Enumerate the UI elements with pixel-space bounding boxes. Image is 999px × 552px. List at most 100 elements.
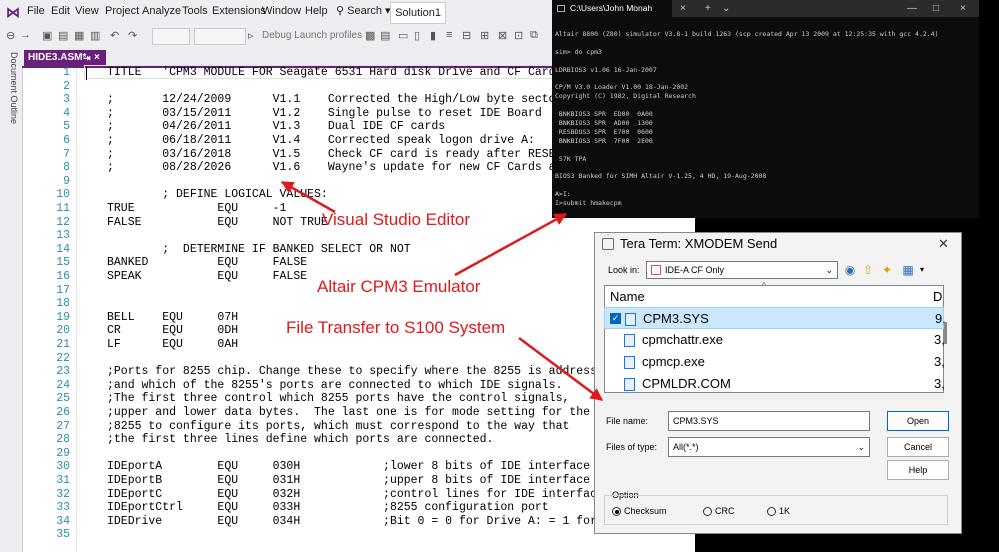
toolbar-tool-icon[interactable]: ⧉ (530, 29, 538, 42)
file-size: 3, (934, 376, 945, 391)
menu-tools[interactable]: Tools (182, 5, 208, 17)
new-folder-icon[interactable]: ✦ (879, 262, 895, 278)
file-row[interactable]: ✓ CPM3.SYS 9, (604, 307, 946, 329)
code-text: ;Ports for 8255 chip. Change these to sp… (107, 365, 618, 379)
toolbar-tool-icon[interactable]: ▯ (414, 29, 420, 42)
undo-icon[interactable]: ↶ (110, 29, 119, 42)
radio-indicator (703, 507, 712, 517)
terminal-line: BIOS3 Banked for SIMH Altair V-1.25, 4 H… (555, 172, 767, 181)
solution-name[interactable]: Solution1 (390, 2, 446, 24)
toolbar-tool-icon[interactable]: ⊡ (514, 29, 523, 42)
toolbar-tool-icon[interactable]: ▮ (430, 29, 436, 42)
tab-label: HIDE3.ASM* (28, 52, 87, 63)
line-number: 8 (63, 161, 70, 175)
toolbar-tool-icon[interactable]: ⊟ (462, 29, 471, 42)
save-all-icon[interactable]: ▥ (90, 29, 100, 42)
column-date-header[interactable]: D (933, 289, 942, 304)
platform-combo[interactable] (194, 28, 246, 45)
dialog-close-icon[interactable]: ✕ (938, 236, 949, 252)
cancel-button[interactable]: Cancel (887, 437, 949, 457)
back-icon[interactable]: ◉ (842, 262, 858, 278)
line-number: 11 (56, 202, 70, 215)
file-icon (624, 378, 635, 391)
annotation-vs-editor: Visual Studio Editor (322, 210, 471, 229)
search-icon: ⚲ (336, 5, 345, 17)
open-folder-icon[interactable]: ▤ (58, 29, 68, 42)
teraterm-icon (602, 238, 614, 250)
code-text: TITLE 'CPM3 MODULE FOR Seagate 6531 Hard… (107, 66, 570, 79)
tab-dropdown-icon[interactable]: ⌄ (722, 0, 730, 17)
line-number: 30 (56, 460, 70, 474)
toolbar-tool-icon[interactable]: ▭ (398, 29, 408, 42)
terminal-line: LDRBIOS3 v1.06 16-Jan-2007 (555, 65, 657, 74)
vertical-scrollbar[interactable] (944, 322, 947, 344)
line-number: 2 (63, 79, 70, 93)
line-number: 14 (56, 242, 70, 256)
code-text: ; 03/15/2011 V1.2 Single pulse to reset … (107, 106, 542, 120)
debug-launch-profiles[interactable]: Debug Launch profiles (262, 30, 362, 41)
code-text: ;8255 to configure its ports, which must… (107, 419, 570, 433)
redo-icon[interactable]: ↷ (128, 29, 137, 42)
toolbar-tool-icon[interactable]: ▩ (365, 29, 375, 42)
files-of-type-select[interactable]: All(*.*) ⌄ (668, 437, 870, 457)
chevron-down-icon[interactable]: ▾ (914, 262, 930, 278)
radio-checksum[interactable]: Checksum (612, 506, 667, 517)
menu-extensions[interactable]: Extensions (212, 5, 266, 17)
terminal-icon (557, 5, 565, 12)
file-row[interactable]: cpmchattr.exe 3, (604, 329, 945, 351)
code-text: IDEportC EQU 032H ;control lines for IDE… (107, 487, 604, 501)
line-number: 16 (56, 270, 70, 283)
terminal-line: CP/M V3.0 Loader V1.00 18-Jan-2002 (555, 83, 689, 92)
vs-search-box[interactable]: ⚲ Search ▾ (336, 3, 391, 20)
line-number: 1 (63, 66, 70, 79)
pin-icon[interactable]: ⇥ (83, 50, 91, 66)
code-text: FALSE EQU NOT TRUE (107, 215, 328, 229)
toolbar-tool-icon[interactable]: ⊠ (498, 29, 507, 42)
window-close-icon[interactable]: × (960, 0, 966, 17)
toolbar-tool-icon[interactable]: ▤ (380, 29, 390, 42)
configuration-combo[interactable] (152, 28, 190, 45)
toolbar-tool-icon[interactable]: ⊞ (480, 29, 489, 42)
file-row[interactable]: CPMLDR.COM 3, (604, 373, 945, 395)
file-name: cpmchattr.exe (642, 332, 723, 347)
chevron-down-icon: ⌄ (857, 442, 865, 452)
back-icon[interactable]: ⊖ (6, 29, 15, 42)
radio-crc[interactable]: CRC (703, 506, 735, 517)
open-button[interactable]: Open (887, 411, 949, 431)
checkbox-icon[interactable]: ✓ (610, 313, 621, 324)
minimize-icon[interactable]: — (907, 0, 917, 17)
vs-logo-icon[interactable]: ⋈ (6, 4, 22, 20)
close-tab-icon[interactable]: × (680, 0, 686, 17)
toolbar-tool-icon[interactable]: ≡ (446, 29, 452, 41)
file-name-input[interactable]: CPM3.SYS (668, 411, 870, 431)
menu-file[interactable]: File (27, 5, 45, 17)
menu-project[interactable]: Project (105, 5, 139, 17)
new-tab-icon[interactable]: + (705, 0, 711, 17)
maximize-icon[interactable]: □ (933, 0, 939, 17)
up-folder-icon[interactable]: ⇧ (860, 262, 876, 278)
line-number: 5 (63, 120, 70, 134)
document-outline-tab[interactable]: Document Outline (3, 52, 19, 142)
menu-window[interactable]: Window (262, 5, 301, 17)
menu-view[interactable]: View (75, 5, 99, 17)
forward-icon[interactable]: → (20, 29, 31, 41)
menu-analyze[interactable]: Analyze (142, 5, 181, 17)
tab-hide3-asm[interactable]: HIDE3.ASM* ⇥ × (24, 50, 106, 66)
file-row[interactable]: cpmcp.exe 3, (604, 351, 945, 373)
terminal-tab[interactable]: C:\Users\John Monah (552, 0, 672, 17)
save-icon[interactable]: ▦ (74, 29, 84, 42)
new-item-icon[interactable]: ▣ (42, 29, 52, 42)
column-name-header[interactable]: Name (610, 289, 645, 304)
terminal-line: I>submit hmakecpm (555, 199, 622, 208)
start-icon[interactable]: ▹ (248, 29, 254, 42)
radio-1k[interactable]: 1K (767, 506, 790, 517)
close-icon[interactable]: × (94, 50, 100, 66)
file-name: cpmcp.exe (642, 354, 705, 369)
menu-help[interactable]: Help (305, 5, 328, 17)
line-number: 12 (56, 215, 70, 229)
help-button[interactable]: Help (887, 460, 949, 480)
code-text: ; 06/18/2011 V1.4 Corrected speak logon … (107, 134, 535, 147)
look-in-select[interactable]: IDE-A CF Only ⌄ (646, 261, 838, 279)
menu-edit[interactable]: Edit (51, 5, 70, 17)
horizontal-scrollbar[interactable] (604, 393, 944, 400)
